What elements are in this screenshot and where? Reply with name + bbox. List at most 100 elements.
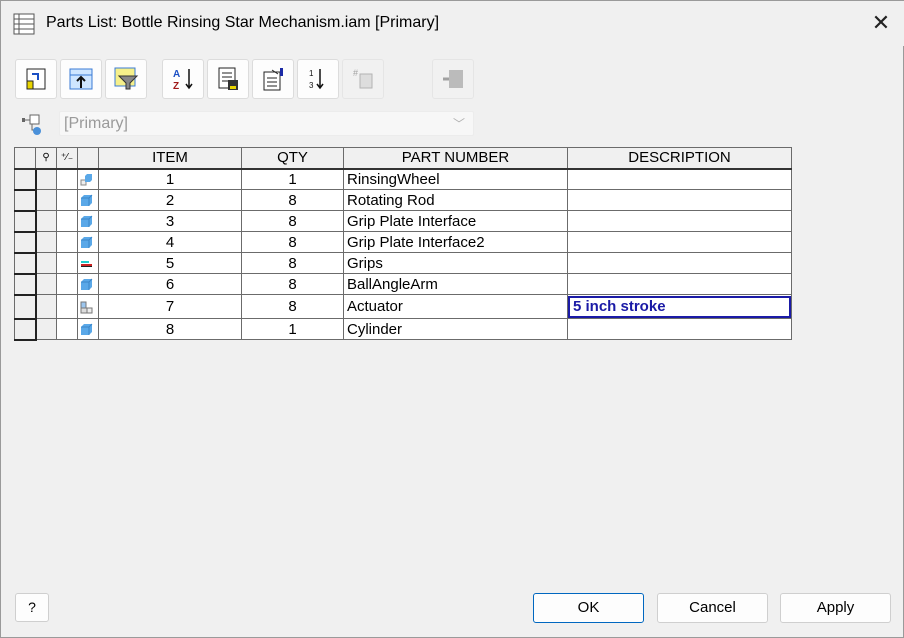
help-button[interactable]: ?: [15, 593, 49, 622]
part-number-cell[interactable]: Actuator: [343, 294, 568, 319]
qty-cell[interactable]: 8: [241, 294, 344, 319]
qty-cell[interactable]: 8: [241, 273, 344, 295]
item-cell[interactable]: 6: [98, 273, 242, 295]
description-cell[interactable]: [567, 210, 792, 232]
svg-text:1: 1: [309, 69, 314, 78]
description-cell[interactable]: [567, 273, 792, 295]
description-cell[interactable]: [567, 189, 792, 211]
row-selector[interactable]: [14, 294, 37, 320]
find-cell: [35, 189, 57, 211]
override-cell: [56, 168, 78, 190]
part-number-cell[interactable]: Rotating Rod: [343, 189, 568, 211]
renumber-items-button[interactable]: 13: [297, 59, 339, 99]
part-icon: [77, 189, 99, 211]
apply-button[interactable]: Apply: [780, 593, 891, 623]
row-selector[interactable]: [14, 189, 37, 212]
item-cell[interactable]: 5: [98, 252, 242, 274]
qty-cell[interactable]: 8: [241, 252, 344, 274]
row-selector-header: [14, 147, 36, 170]
group-settings-icon: #: [353, 68, 373, 89]
table-row[interactable]: 6 8 BallAngleArm: [14, 273, 792, 296]
find-cell: [35, 294, 57, 319]
table-row[interactable]: 5 8 Grips: [14, 252, 792, 275]
item-cell[interactable]: 7: [98, 294, 242, 319]
icon-column-header: [77, 147, 99, 170]
svg-text:Z: Z: [173, 81, 179, 92]
filter-settings-button[interactable]: [105, 59, 147, 99]
table-row[interactable]: 4 8 Grip Plate Interface2: [14, 231, 792, 254]
find-cell: [35, 318, 57, 340]
table-row[interactable]: 7 8 Actuator 5 inch stroke: [14, 294, 792, 320]
find-cell: [35, 273, 57, 295]
qty-cell[interactable]: 8: [241, 189, 344, 211]
column-header-qty[interactable]: QTY: [241, 147, 344, 170]
column-chooser-button[interactable]: [252, 59, 294, 99]
close-button[interactable]: ✕: [857, 1, 904, 46]
part-icon: [77, 210, 99, 232]
column-header-item[interactable]: ITEM: [98, 147, 242, 170]
item-cell[interactable]: 3: [98, 210, 242, 232]
column-header-part-number[interactable]: PART NUMBER: [343, 147, 568, 170]
find-column-header[interactable]: ⚲: [35, 147, 57, 170]
column-chooser-icon: [263, 68, 283, 91]
qty-cell[interactable]: 1: [241, 318, 344, 340]
override-cell: [56, 252, 78, 274]
part-number-cell[interactable]: Cylinder: [343, 318, 568, 340]
table-row[interactable]: 3 8 Grip Plate Interface: [14, 210, 792, 233]
qty-cell[interactable]: 8: [241, 210, 344, 232]
cancel-button[interactable]: Cancel: [657, 593, 768, 623]
part-number-cell[interactable]: BallAngleArm: [343, 273, 568, 295]
description-cell[interactable]: [567, 252, 792, 274]
item-cell[interactable]: 2: [98, 189, 242, 211]
override-cell: [56, 294, 78, 319]
description-cell[interactable]: [567, 318, 792, 340]
row-selector[interactable]: [14, 273, 37, 296]
export-parts-list-button[interactable]: [60, 59, 102, 99]
assembly-part-icon: [77, 168, 99, 190]
row-selector[interactable]: [14, 231, 37, 254]
renumber-items-icon: 13: [309, 69, 324, 90]
ok-button[interactable]: OK: [533, 593, 644, 623]
table-row[interactable]: 8 1 Cylinder: [14, 318, 792, 341]
find-cell: [35, 231, 57, 253]
description-cell[interactable]: [567, 168, 792, 190]
override-cell: [56, 318, 78, 340]
item-cell[interactable]: 1: [98, 168, 242, 190]
bom-view-dropdown[interactable]: [Primary] ﹀: [59, 111, 474, 136]
part-number-cell[interactable]: Grip Plate Interface2: [343, 231, 568, 253]
row-selector[interactable]: [14, 168, 37, 191]
qty-cell[interactable]: 8: [241, 231, 344, 253]
override-cell: [56, 273, 78, 295]
find-cell: [35, 168, 57, 190]
svg-text:A: A: [173, 69, 180, 80]
part-number-cell[interactable]: RinsingWheel: [343, 168, 568, 190]
parts-list-icon: [13, 13, 35, 35]
sort-button[interactable]: AZ: [162, 59, 204, 99]
table-row[interactable]: 1 1 RinsingWheel: [14, 168, 792, 191]
qty-cell[interactable]: 1: [241, 168, 344, 190]
part-number-cell[interactable]: Grips: [343, 252, 568, 274]
member-edit-scope-icon: [443, 70, 463, 88]
item-cell[interactable]: 8: [98, 318, 242, 340]
override-column-header[interactable]: ⁺⁄₋: [56, 147, 78, 170]
item-cell[interactable]: 4: [98, 231, 242, 253]
override-cell: [56, 231, 78, 253]
row-selector[interactable]: [14, 252, 37, 275]
row-selector[interactable]: [14, 210, 37, 233]
override-cell: [56, 210, 78, 232]
sort-icon: AZ: [173, 69, 193, 92]
item-override-button[interactable]: [15, 59, 57, 99]
table-row[interactable]: 2 8 Rotating Rod: [14, 189, 792, 212]
part-number-cell[interactable]: Grip Plate Interface: [343, 210, 568, 232]
save-parts-list-button[interactable]: [207, 59, 249, 99]
description-cell[interactable]: 5 inch stroke: [567, 294, 792, 319]
bom-view-value: [Primary]: [64, 115, 128, 132]
filter-settings-icon: [114, 67, 139, 90]
description-edit-input[interactable]: 5 inch stroke: [568, 295, 791, 318]
part-icon: [77, 231, 99, 253]
window-title: Parts List: Bottle Rinsing Star Mechanis…: [46, 14, 440, 31]
part-icon: [77, 318, 99, 340]
column-header-description[interactable]: DESCRIPTION: [567, 147, 792, 170]
row-selector[interactable]: [14, 318, 37, 341]
description-cell[interactable]: [567, 231, 792, 253]
